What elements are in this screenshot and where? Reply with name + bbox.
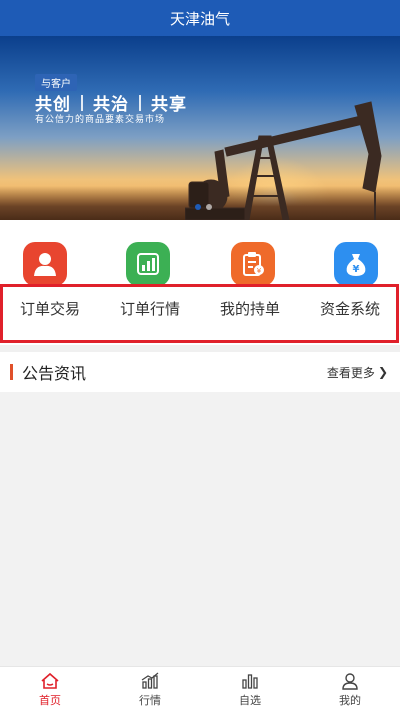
tab-label: 自选 xyxy=(239,694,261,707)
banner-subtitle: 有公信力的商品要素交易市场 xyxy=(35,115,166,125)
menu-my-holdings[interactable]: ¥ 我的持单 xyxy=(200,220,300,345)
notice-section-header: 公告资讯 查看更多 ❯ xyxy=(0,352,400,392)
menu-order-market[interactable]: 订单行情 xyxy=(100,220,200,345)
page-title: 天津油气 xyxy=(169,9,230,28)
view-more-link[interactable]: 查看更多 ❯ xyxy=(327,352,388,392)
tab-market[interactable]: 行情 xyxy=(100,667,200,713)
tab-label: 行情 xyxy=(139,694,161,707)
carousel-dot[interactable] xyxy=(195,204,201,210)
money-bag-icon: ¥ xyxy=(334,242,378,286)
tab-watchlist[interactable]: 自选 xyxy=(200,667,300,713)
svg-text:¥: ¥ xyxy=(353,264,360,275)
section-marker xyxy=(10,364,13,380)
app-header: 天津油气 xyxy=(0,0,400,36)
tab-home[interactable]: 首页 xyxy=(0,667,100,713)
menu-label: 资金系统 xyxy=(319,300,380,318)
svg-text:¥: ¥ xyxy=(257,267,262,275)
user-icon xyxy=(342,673,358,690)
notice-list xyxy=(0,392,400,666)
slogan-separator xyxy=(139,94,141,111)
pump-jack-image xyxy=(185,101,382,220)
clipboard-icon: ¥ xyxy=(231,242,275,286)
quick-menu: 订单交易 订单行情 ¥ 我的持单 ¥ 资金系统 xyxy=(0,220,400,345)
menu-label: 我的持单 xyxy=(219,300,280,318)
view-more-label: 查看更多 xyxy=(326,365,375,380)
tab-label: 我的 xyxy=(339,694,361,707)
banner-badge: 与客户 xyxy=(35,74,77,91)
menu-label: 订单行情 xyxy=(119,300,180,318)
chevron-right-icon: ❯ xyxy=(377,365,388,379)
bottom-tab-bar: 首页 行情 自选 我的 xyxy=(0,666,400,713)
slogan-separator xyxy=(81,94,83,111)
chart-icon xyxy=(126,242,170,286)
banner-carousel[interactable]: 与客户 共创 共治 共享 有公信力的商品要素交易市场 xyxy=(0,36,400,220)
carousel-dot[interactable] xyxy=(206,204,212,210)
tab-label: 首页 xyxy=(39,694,61,707)
menu-fund-system[interactable]: ¥ 资金系统 xyxy=(300,220,400,345)
menu-order-trade[interactable]: 订单交易 xyxy=(0,220,100,345)
person-icon xyxy=(23,242,67,286)
carousel-indicator xyxy=(195,204,212,210)
menu-label: 订单交易 xyxy=(19,300,80,318)
notice-title: 公告资讯 xyxy=(22,364,87,383)
tab-mine[interactable]: 我的 xyxy=(300,667,400,713)
bar-chart-icon xyxy=(242,674,258,689)
market-chart-icon xyxy=(141,672,159,689)
home-icon xyxy=(41,672,59,689)
